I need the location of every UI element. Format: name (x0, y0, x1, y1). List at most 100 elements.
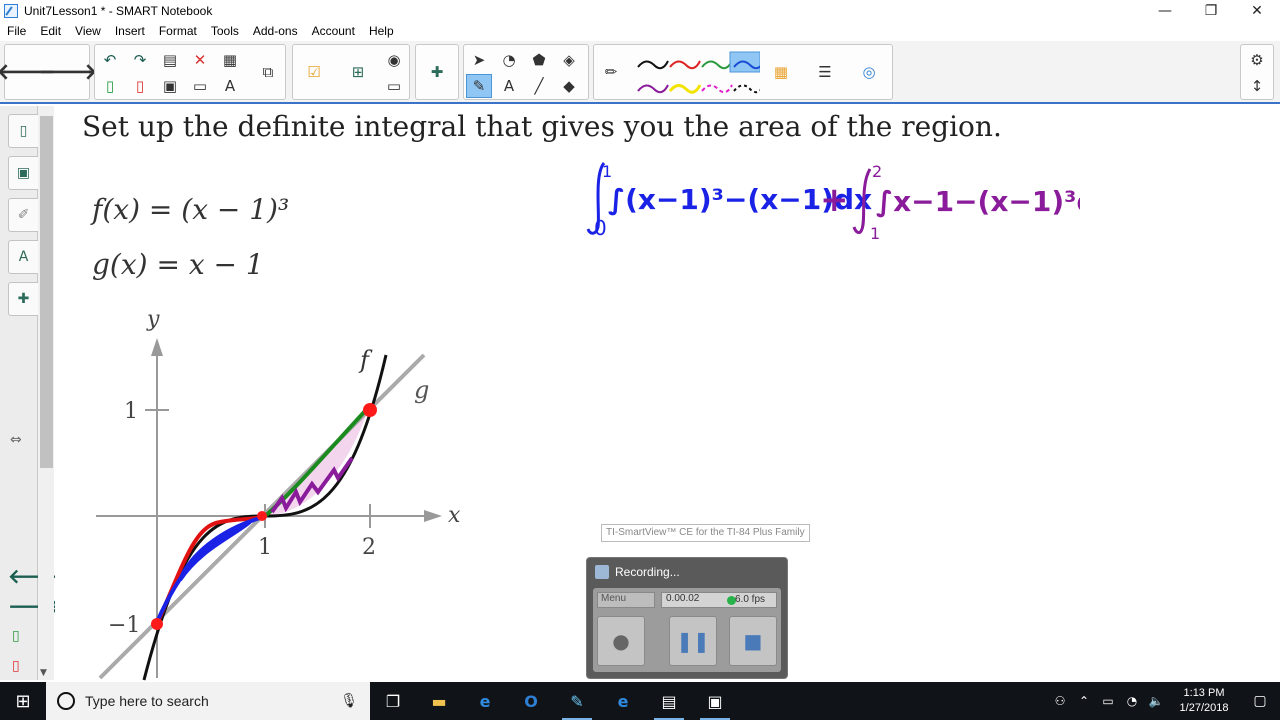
notification-icon[interactable]: ▢ (1240, 693, 1280, 709)
battery-icon[interactable]: ▭ (1096, 694, 1120, 708)
lesson-activity-button[interactable]: ☑ (301, 60, 327, 84)
menu-file[interactable]: File (0, 24, 33, 38)
show-hidden-icons-icon[interactable]: ⌃ (1072, 694, 1096, 708)
file-explorer-button[interactable]: ▬ (416, 682, 462, 720)
outlook-button[interactable]: O (508, 682, 554, 720)
g-definition: g(x) = x − 1 (92, 248, 264, 281)
integral-1-upper-limit: 1 (602, 162, 612, 181)
system-tray: ⚇ ⌃ ▭ ◔ 🔈 1:13 PM 1/27/2018 ▢ (1048, 682, 1280, 720)
scroll-down-icon[interactable]: ▼ (40, 668, 47, 678)
pen-tool[interactable]: ✎ (466, 74, 492, 98)
menu-addons[interactable]: Add-ons (246, 24, 305, 38)
smart-notebook-taskbar-button[interactable]: ✎ (554, 682, 600, 720)
text-format-button[interactable]: A (217, 74, 243, 98)
add-page-icon: ▯ (105, 77, 115, 95)
settings-button[interactable]: ⚙ (1244, 48, 1270, 72)
pen-type-button[interactable]: ✏ (598, 60, 624, 84)
title-bar: Unit7Lesson1 * - SMART Notebook — ❐ ✕ (0, 0, 1280, 22)
transparency-button[interactable]: ◎ (856, 60, 882, 84)
capture-button[interactable]: ▭ (381, 74, 407, 98)
addons-button[interactable]: ✚ (424, 60, 450, 84)
toolbar: 🡐 🡒 ↶ ↷ ▤ ✕ ▦ ▯ ▯ ▣ ▭ A ⧉ ☑ ⊞ ◉ ▭ ✚ ➤ ◔ … (0, 41, 1280, 104)
recording-widget[interactable]: Recording... Menu 0.00.02 6.0 fps ● ❚❚ ■ (586, 557, 788, 679)
tab-gallery[interactable]: ▣ (8, 156, 38, 190)
select-tool[interactable]: ➤ (466, 48, 492, 72)
add-page-side-button[interactable]: ▯ (12, 628, 20, 644)
start-button[interactable]: ⊞ (0, 682, 46, 720)
window-controls: — ❐ ✕ (1142, 0, 1280, 22)
clock[interactable]: 1:13 PM 1/27/2018 (1168, 686, 1240, 716)
shape-recognition-tool[interactable]: ◔ (496, 48, 522, 72)
close-button[interactable]: ✕ (1234, 0, 1280, 22)
color-palette-button[interactable]: ▦ (768, 60, 794, 84)
fill-tool[interactable]: ◈ (556, 48, 582, 72)
delete-page-button[interactable]: ▯ (127, 74, 153, 98)
pause-recording-button[interactable]: ❚❚ (669, 616, 717, 666)
people-icon[interactable]: ⚇ (1048, 694, 1072, 708)
menu-tools[interactable]: Tools (204, 24, 246, 38)
previous-page-button[interactable]: 🡐 (0, 60, 56, 85)
recorder-taskbar-button[interactable]: ▣ (692, 682, 738, 720)
x-axis-label: x (448, 503, 461, 528)
paperclip-icon: ✐ (17, 207, 30, 223)
taskbar-search[interactable]: Type here to search 🎙 (46, 682, 370, 720)
delete-button[interactable]: ✕ (187, 48, 213, 72)
webcam-button[interactable]: ● (597, 616, 645, 666)
page-heading: Set up the definite integral that gives … (82, 110, 1002, 143)
ti-smartview-taskbar-button[interactable]: ▤ (646, 682, 692, 720)
scrollbar-thumb[interactable] (40, 116, 53, 468)
select-tools-group: ➤ ◔ ⬟ ◈ ✎ A ╱ ◆ (463, 44, 589, 100)
pen-color-swatches[interactable] (632, 51, 760, 95)
redo-button[interactable]: ↷ (127, 48, 153, 72)
internet-explorer-button[interactable]: e (600, 682, 646, 720)
menu-view[interactable]: View (68, 24, 108, 38)
properties-icon: A (18, 249, 29, 265)
tab-addons[interactable]: ✚ (8, 282, 38, 316)
paste-button[interactable]: ▤ (157, 48, 183, 72)
gear-icon: ⚙ (1250, 51, 1264, 69)
microphone-icon[interactable]: 🎙 (340, 693, 358, 709)
menu-edit[interactable]: Edit (33, 24, 68, 38)
response-button[interactable]: ⊞ (345, 60, 371, 84)
line-thickness-button[interactable]: ☰ (812, 60, 838, 84)
delete-page-side-button[interactable]: ▯ (12, 658, 20, 674)
eraser-tool[interactable]: ◆ (556, 74, 582, 98)
wifi-icon[interactable]: ◔ (1120, 694, 1144, 708)
move-toolbar-button[interactable]: ↕ (1244, 74, 1270, 98)
tab-page-sorter[interactable]: ▯ (8, 114, 38, 148)
g-curve-label: g (414, 376, 429, 404)
webcam-icon: ● (612, 629, 630, 653)
internet-explorer-icon: e (617, 691, 629, 711)
intersection-point-0 (151, 618, 163, 630)
menu-format[interactable]: Format (152, 24, 204, 38)
tab-attachments[interactable]: ✐ (8, 198, 38, 232)
stop-icon: ■ (743, 629, 763, 653)
minimize-button[interactable]: — (1142, 0, 1188, 22)
shapes-tool[interactable]: ⬟ (526, 48, 552, 72)
text-tool[interactable]: A (496, 74, 522, 98)
y-axis-arrow (151, 338, 163, 356)
collapse-panel-icon[interactable]: ⇔ (10, 432, 22, 448)
menu-help[interactable]: Help (362, 24, 401, 38)
shape-icon: ◔ (502, 51, 516, 69)
line-tool[interactable]: ╱ (526, 74, 552, 98)
task-view-button[interactable]: ❐ (370, 682, 416, 720)
stop-recording-button[interactable]: ■ (729, 616, 777, 666)
add-page-button[interactable]: ▯ (97, 74, 123, 98)
recorder-menu-dropdown[interactable]: Menu (597, 592, 655, 608)
puzzle-icon: ✚ (430, 63, 444, 81)
region-graph: y x 1 −1 1 2 f g (96, 307, 461, 681)
menu-account[interactable]: Account (305, 24, 362, 38)
next-page-button[interactable]: 🡒 (39, 60, 98, 85)
menu-insert[interactable]: Insert (108, 24, 152, 38)
undo-button[interactable]: ↶ (97, 48, 123, 72)
edge-button[interactable]: e (462, 682, 508, 720)
save-button[interactable]: ▣ (157, 74, 183, 98)
restore-button[interactable]: ❐ (1188, 0, 1234, 22)
table-button[interactable]: ▦ (217, 48, 243, 72)
screen-shade-button[interactable]: ▭ (187, 74, 213, 98)
display-button[interactable]: ⧉ (255, 60, 281, 84)
camera-button[interactable]: ◉ (381, 48, 407, 72)
tab-properties[interactable]: A (8, 240, 38, 274)
volume-icon[interactable]: 🔈 (1144, 694, 1168, 708)
